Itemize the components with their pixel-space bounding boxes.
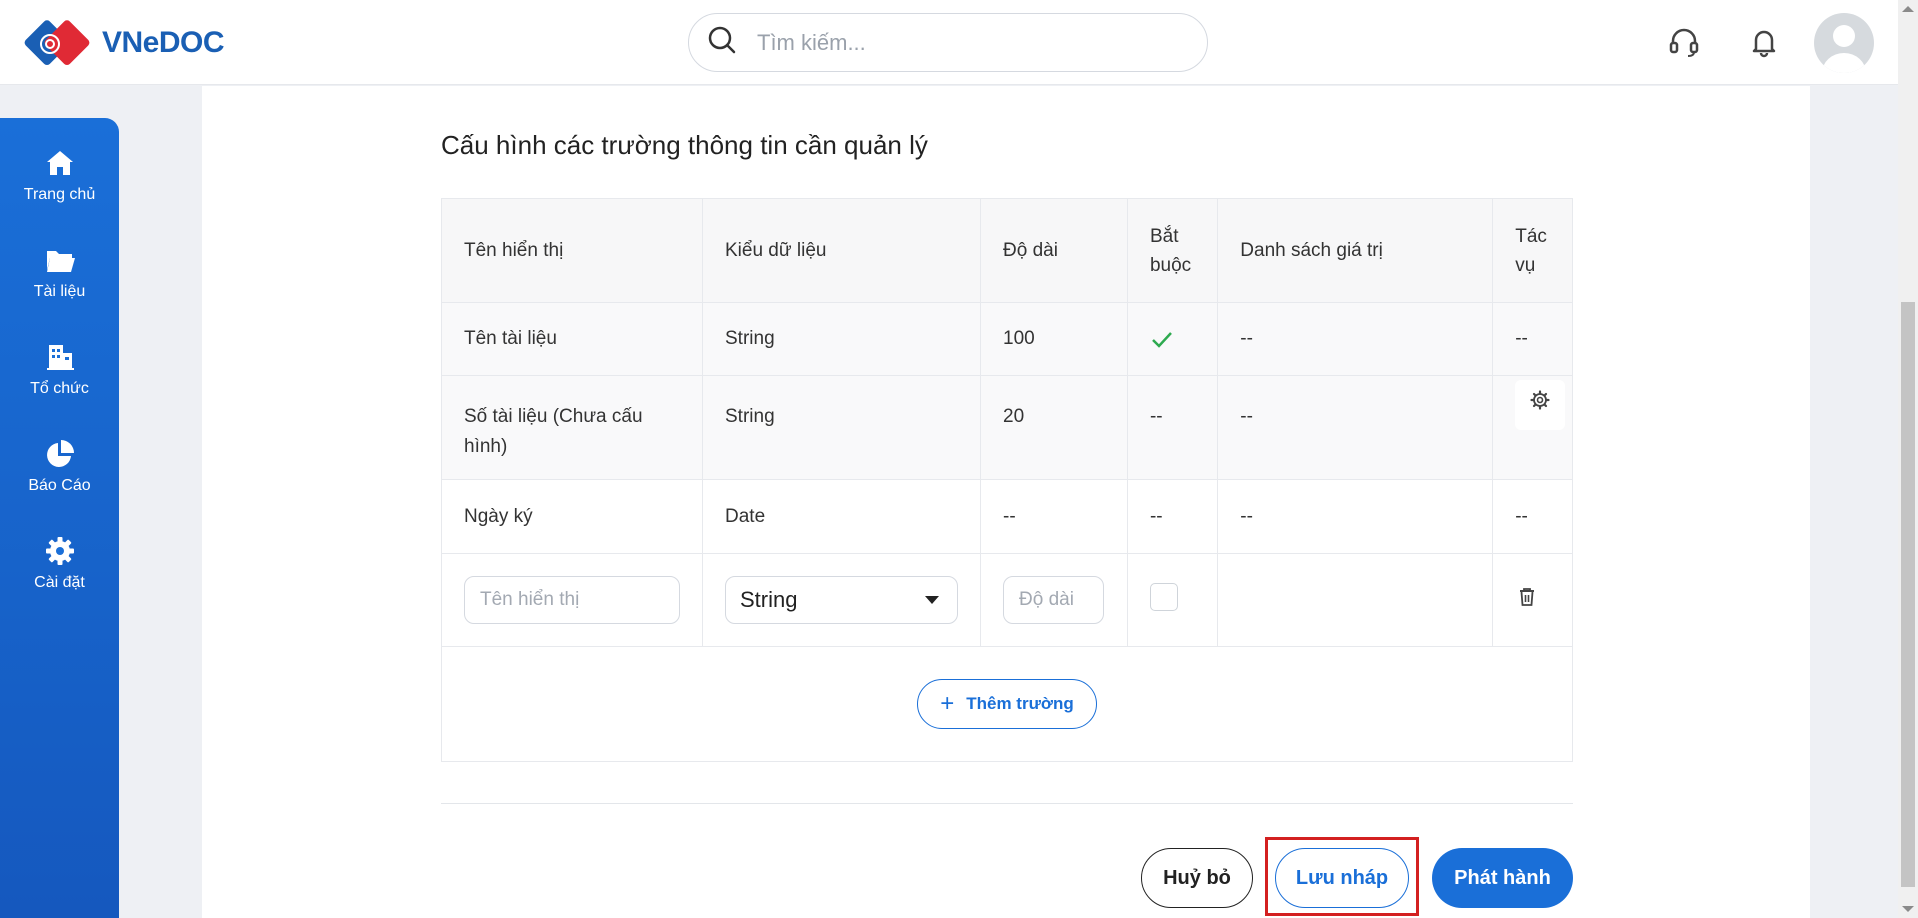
- field-length: 20: [980, 375, 1128, 480]
- home-icon: [43, 146, 77, 180]
- check-icon: [1150, 332, 1174, 357]
- field-values: --: [1217, 375, 1494, 480]
- column-header: Độ dài: [980, 198, 1128, 303]
- section-title: Cấu hình các trường thông tin cần quản l…: [441, 130, 928, 160]
- field-type: String: [702, 375, 981, 480]
- add-field-label: Thêm trường: [966, 694, 1074, 713]
- bell-icon[interactable]: [1744, 22, 1784, 62]
- sidebar-item-label: Báo Cáo: [28, 477, 91, 494]
- logo-text: VNeDOC: [102, 26, 225, 59]
- scroll-thumb[interactable]: [1901, 302, 1915, 887]
- table-row: Tên tài liệu String 100 -- --: [441, 302, 1573, 376]
- sidebar-item-label: Cài đặt: [34, 574, 85, 591]
- values-cell: [1217, 553, 1494, 647]
- divider: [441, 803, 1573, 804]
- sidebar: Trang chủ Tài liệu Tổ chức Báo Cáo Cài đ…: [0, 118, 119, 918]
- field-length: --: [980, 479, 1128, 554]
- sidebar-item-label: Tài liệu: [33, 283, 86, 300]
- display-name-input[interactable]: [464, 576, 680, 624]
- field-type: Date: [702, 479, 981, 554]
- table-header-row: Tên hiển thị Kiểu dữ liệu Độ dài Bắt buộ…: [441, 198, 1573, 303]
- field-name: Số tài liệu (Chưa cấu hình): [441, 375, 703, 480]
- column-header: Tác vụ: [1492, 198, 1573, 303]
- column-header: Bắt buộc: [1127, 198, 1219, 303]
- fields-table: Tên hiển thị Kiểu dữ liệu Độ dài Bắt buộ…: [441, 198, 1573, 762]
- column-header: Danh sách giá trị: [1217, 198, 1494, 303]
- scroll-up-icon[interactable]: [1902, 6, 1914, 12]
- scroll-down-icon[interactable]: [1902, 906, 1914, 912]
- new-field-row: String: [441, 553, 1573, 647]
- folder-icon: [43, 243, 77, 277]
- gear-icon: [1530, 390, 1550, 420]
- gear-icon: [43, 534, 77, 568]
- field-name: Tên tài liệu: [441, 302, 703, 376]
- sidebar-item-label: Tổ chức: [30, 380, 89, 397]
- sidebar-item-settings[interactable]: Cài đặt: [0, 534, 119, 592]
- field-name: Ngày ký: [441, 479, 703, 554]
- logo-mark-icon: [20, 14, 96, 72]
- field-length: 100: [980, 302, 1128, 376]
- add-field-button[interactable]: + Thêm trường: [917, 679, 1097, 729]
- highlight-box: [1265, 837, 1419, 916]
- field-action: [1492, 375, 1573, 480]
- sidebar-item-label: Trang chủ: [23, 186, 96, 203]
- sidebar-item-home[interactable]: Trang chủ: [0, 146, 119, 204]
- data-type-select[interactable]: String: [725, 576, 958, 624]
- building-icon: [43, 340, 77, 374]
- field-values: --: [1217, 479, 1494, 554]
- field-required: [1127, 302, 1219, 376]
- field-required: --: [1127, 375, 1219, 480]
- plus-icon: +: [940, 690, 955, 717]
- column-header: Tên hiển thị: [441, 198, 703, 303]
- required-checkbox[interactable]: [1149, 583, 1178, 611]
- logo[interactable]: VNeDOC: [20, 14, 225, 72]
- search-box[interactable]: [688, 13, 1208, 72]
- publish-button[interactable]: Phát hành: [1432, 848, 1573, 908]
- search-input[interactable]: [757, 29, 1157, 56]
- sidebar-item-reports[interactable]: Báo Cáo: [0, 437, 119, 495]
- search-icon: [707, 25, 737, 60]
- sidebar-item-organization[interactable]: Tổ chức: [0, 340, 119, 398]
- avatar[interactable]: [1814, 13, 1874, 73]
- table-row: Ngày ký Date -- -- -- --: [441, 479, 1573, 554]
- sidebar-item-documents[interactable]: Tài liệu: [0, 243, 119, 301]
- field-action: --: [1492, 479, 1573, 554]
- field-action: --: [1492, 302, 1573, 376]
- configure-field-button[interactable]: [1515, 380, 1566, 430]
- scrollbar[interactable]: [1898, 0, 1918, 918]
- headset-icon[interactable]: [1664, 22, 1704, 62]
- column-header: Kiểu dữ liệu: [702, 198, 981, 303]
- field-type: String: [702, 302, 981, 376]
- data-type-value: String: [740, 587, 798, 612]
- table-row: Số tài liệu (Chưa cấu hình) String 20 --…: [441, 375, 1573, 480]
- trash-icon[interactable]: [1517, 588, 1537, 613]
- field-required: --: [1127, 479, 1219, 554]
- cancel-button[interactable]: Huỷ bỏ: [1141, 848, 1253, 908]
- length-input[interactable]: [1003, 576, 1104, 624]
- top-header: VNeDOC: [0, 0, 1898, 85]
- caret-down-icon: [925, 596, 939, 604]
- field-values: --: [1217, 302, 1494, 376]
- add-field-row: + Thêm trường: [441, 646, 1573, 762]
- pie-chart-icon: [43, 437, 77, 471]
